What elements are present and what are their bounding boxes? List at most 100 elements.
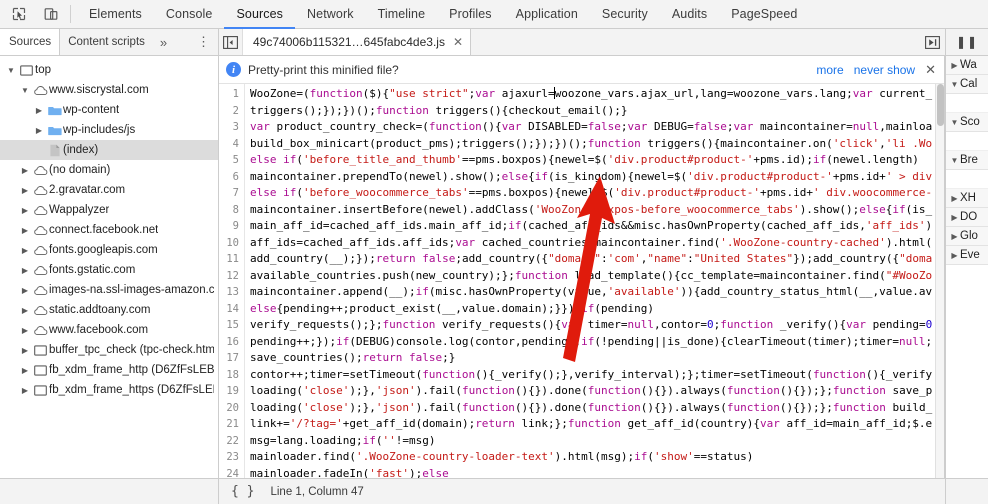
code-line[interactable]: maincontainer.prependTo(newel).show();el… [250, 169, 944, 186]
chevron-right-icon[interactable]: ▶ [18, 186, 32, 195]
chevron-right-icon[interactable]: ▶ [18, 306, 32, 315]
tab-audits[interactable]: Audits [660, 1, 719, 29]
chevron-right-icon[interactable]: ▶ [18, 266, 32, 275]
code-line[interactable]: else if('before_woocommerce_tabs'==pms.b… [250, 185, 944, 202]
nav-item-fonts-googleapis-com[interactable]: ▶ fonts.googleapis.com [0, 240, 218, 260]
chevron-right-icon[interactable]: ▶ [949, 61, 960, 70]
nav-item-fb-xdm-frame-http-d6zffsleb4[interactable]: ▶ fb_xdm_frame_http (D6ZfFsLEB4 [0, 360, 218, 380]
code-line[interactable]: available_countries.push(new_country);};… [250, 268, 944, 285]
chevron-right-icon[interactable]: ▶ [18, 366, 32, 375]
infobar-never-show-link[interactable]: never show [854, 63, 915, 77]
nav-item-connect-facebook-net[interactable]: ▶ connect.facebook.net [0, 220, 218, 240]
code-line[interactable]: else{pending++;product_exist(__,value.do… [250, 301, 944, 318]
tab-security[interactable]: Security [590, 1, 660, 29]
chevron-right-icon[interactable]: ▶ [32, 106, 46, 115]
tab-console[interactable]: Console [154, 1, 225, 29]
chevron-right-icon[interactable]: ▶ [18, 246, 32, 255]
pretty-print-format-icon[interactable]: { } [231, 484, 254, 499]
sidebar-section-glo[interactable]: ▶ Glo [946, 227, 988, 246]
code-line[interactable]: loading('close');},'json').fail(function… [250, 383, 944, 400]
code-line[interactable]: mainloader.find('.WooZone-country-loader… [250, 449, 944, 466]
code-line[interactable]: loading('close');},'json').fail(function… [250, 400, 944, 417]
code-line[interactable]: add_country(__);});return false;add_coun… [250, 251, 944, 268]
navigator-options-kebab-icon[interactable]: ⋮ [189, 34, 218, 50]
chevron-right-icon[interactable]: ▶ [949, 194, 960, 203]
nav-item-wp-content[interactable]: ▶ wp-content [0, 100, 218, 120]
sidebar-section-cal[interactable]: ▼ Cal [946, 75, 988, 94]
chevron-right-icon[interactable]: ▶ [949, 213, 960, 222]
chevron-right-icon[interactable]: ▶ [18, 166, 32, 175]
code-line[interactable]: aff_ids=cached_aff_ids.aff_ids;var cache… [250, 235, 944, 252]
tab-application[interactable]: Application [504, 1, 590, 29]
nav-item-www-siscrystal-com[interactable]: ▼ www.siscrystal.com [0, 80, 218, 100]
step-over-button[interactable] [919, 29, 945, 55]
navigator-tab-sources[interactable]: Sources [0, 29, 61, 55]
sidebar-section-xh[interactable]: ▶ XH [946, 189, 988, 208]
sources-navigator-tree[interactable]: ▼ top ▼ www.siscrystal.com ▶ wp-content ▶ wp-in… [0, 56, 219, 504]
nav-item-www-facebook-com[interactable]: ▶ www.facebook.com [0, 320, 218, 340]
nav-item-fb-xdm-frame-https-d6zffsleb[interactable]: ▶ fb_xdm_frame_https (D6ZfFsLEB [0, 380, 218, 400]
chevron-down-icon[interactable]: ▼ [949, 80, 960, 89]
code-line[interactable]: WooZone=(function($){"use strict";var aj… [250, 86, 944, 103]
code-line[interactable]: maincontainer.append(__);if(misc.hasOwnP… [250, 284, 944, 301]
nav-item-index[interactable]: (index) [0, 140, 218, 160]
open-file-tab[interactable]: 49c74006b115321…645fabc4de3.js ✕ [243, 29, 472, 55]
sidebar-section-wa[interactable]: ▶ Wa [946, 56, 988, 75]
chevron-right-icon[interactable]: ▶ [18, 386, 32, 395]
toggle-navigator-sidebar-icon[interactable] [219, 29, 243, 55]
code-line[interactable]: save_countries();return false;} [250, 350, 944, 367]
code-line[interactable]: main_aff_id=cached_aff_ids.main_aff_id;i… [250, 218, 944, 235]
sidebar-section-bre[interactable]: ▼ Bre [946, 151, 988, 170]
code-line[interactable]: else if('before_title_and_thumb'==pms.bo… [250, 152, 944, 169]
chevron-right-icon[interactable]: ▶ [18, 346, 32, 355]
chevron-right-icon[interactable]: ▶ [18, 326, 32, 335]
code-content[interactable]: WooZone=(function($){"use strict";var aj… [245, 84, 944, 504]
tab-timeline[interactable]: Timeline [366, 1, 438, 29]
nav-item-wp-includes-js[interactable]: ▶ wp-includes/js [0, 120, 218, 140]
nav-item-fonts-gstatic-com[interactable]: ▶ fonts.gstatic.com [0, 260, 218, 280]
device-toolbar-icon[interactable] [40, 3, 62, 25]
code-line[interactable]: link+='/?tag='+get_aff_id(domain);return… [250, 416, 944, 433]
tab-network[interactable]: Network [295, 1, 366, 29]
pause-script-execution-button[interactable]: ❚❚ [945, 29, 988, 55]
chevron-right-icon[interactable]: ▶ [18, 286, 32, 295]
chevron-down-icon[interactable]: ▼ [4, 66, 18, 75]
infobar-more-link[interactable]: more [816, 63, 843, 77]
chevron-right-icon[interactable]: ▶ [949, 251, 960, 260]
code-line[interactable]: build_box_minicart(product_pms);triggers… [250, 136, 944, 153]
code-line[interactable]: msg=lang.loading;if(''!=msg) [250, 433, 944, 450]
code-line[interactable]: verify_requests();};function verify_requ… [250, 317, 944, 334]
inspect-element-icon[interactable] [8, 3, 30, 25]
tab-pagespeed[interactable]: PageSpeed [719, 1, 809, 29]
code-vertical-scrollbar[interactable] [935, 84, 944, 504]
infobar-close-icon[interactable]: ✕ [925, 62, 936, 78]
chevron-right-icon[interactable]: ▶ [18, 206, 32, 215]
chevron-right-icon[interactable]: ▶ [32, 126, 46, 135]
code-line[interactable]: triggers();});})();function triggers(){c… [250, 103, 944, 120]
nav-item-static-addtoany-com[interactable]: ▶ static.addtoany.com [0, 300, 218, 320]
code-editor[interactable]: 1234567891011121314151617181920212223242… [219, 84, 944, 504]
nav-item-buffer-tpc-check-tpc-check-htm[interactable]: ▶ buffer_tpc_check (tpc-check.htm [0, 340, 218, 360]
code-line[interactable]: contor++;timer=setTimeout(function(){_ve… [250, 367, 944, 384]
chevron-down-icon[interactable]: ▼ [18, 86, 32, 95]
nav-item-2-gravatar-com[interactable]: ▶ 2.gravatar.com [0, 180, 218, 200]
scrollbar-thumb[interactable] [937, 84, 944, 126]
code-line[interactable]: pending++;});if(DEBUG)console.log(contor… [250, 334, 944, 351]
code-line[interactable]: var product_country_check=(function(){va… [250, 119, 944, 136]
nav-item-images-na-ssl-images-amazon-c[interactable]: ▶ images-na.ssl-images-amazon.c [0, 280, 218, 300]
code-line[interactable]: maincontainer.insertBefore(newel).addCla… [250, 202, 944, 219]
chevron-down-icon[interactable]: ▼ [949, 118, 960, 127]
tab-sources[interactable]: Sources [224, 1, 296, 29]
chevron-right-icon[interactable]: ▶ [949, 232, 960, 241]
chevron-right-icon[interactable]: ▶ [18, 226, 32, 235]
chevron-down-icon[interactable]: ▼ [949, 156, 960, 165]
close-icon[interactable]: ✕ [453, 35, 463, 49]
sidebar-section-sco[interactable]: ▼ Sco [946, 113, 988, 132]
navigator-tab-content-scripts[interactable]: Content scripts [60, 29, 153, 55]
tab-profiles[interactable]: Profiles [437, 1, 503, 29]
more-tabs-icon[interactable]: » [153, 35, 174, 50]
tab-elements[interactable]: Elements [77, 1, 154, 29]
sidebar-section-do[interactable]: ▶ DO [946, 208, 988, 227]
sidebar-section-eve[interactable]: ▶ Eve [946, 246, 988, 265]
nav-item-no-domain[interactable]: ▶ (no domain) [0, 160, 218, 180]
